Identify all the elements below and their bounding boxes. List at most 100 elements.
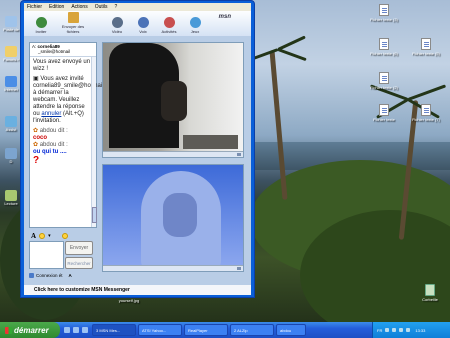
folder-icon	[5, 46, 17, 57]
recycle-bin-icon	[425, 284, 435, 296]
taskbar: démarrer 3 MSN Mes... ATS! Yahoo... Real…	[0, 322, 450, 338]
app-icon	[5, 148, 17, 159]
desktop-image-file[interactable]: yourself.jpg	[104, 298, 154, 303]
activities-icon	[163, 17, 175, 28]
scrollbar-thumb[interactable]	[92, 207, 97, 223]
quick-launch-icon[interactable]	[64, 327, 70, 333]
video-controls	[103, 151, 243, 157]
desktop-icon-favorites[interactable]: Favoris r	[0, 46, 22, 62]
tray-icon[interactable]	[392, 328, 397, 332]
recycle-bin[interactable]: Corbeille	[410, 284, 450, 302]
clock[interactable]: 13:33	[415, 328, 425, 333]
video-controls	[103, 265, 243, 271]
webcam-invite-message: ▣ Vous avez invité cornelia89_smile@hotm…	[33, 76, 116, 125]
desktop-file-icon[interactable]: Fichier texte (7)	[404, 104, 448, 122]
desktop-file-icon[interactable]: Fichier texte (2)	[362, 72, 406, 90]
webcam-frame-image	[103, 165, 243, 265]
video-button[interactable]: Vidéo	[106, 17, 128, 34]
question-emoticon-icon: ?	[33, 155, 40, 166]
menu-actions[interactable]: Actions	[71, 4, 87, 10]
menu-help[interactable]: ?	[115, 4, 118, 10]
desktop-file-icon[interactable]: Fichier texte (3)	[362, 4, 406, 22]
send-files-icon	[67, 12, 79, 23]
invite-button[interactable]: Inviter	[30, 17, 52, 34]
task-msn[interactable]: 3 MSN Mes...	[92, 324, 136, 336]
video-options-icon[interactable]	[237, 267, 241, 270]
quick-launch-icon[interactable]	[73, 327, 79, 333]
quick-launch	[60, 327, 92, 333]
task-alzip[interactable]: 2 ALZip	[230, 324, 274, 336]
customize-status-bar[interactable]: Click here to customize MSN Messenger	[24, 285, 251, 295]
conversation-history: Vous avez envoyé un wizz ! ▣ Vous avez i…	[30, 57, 116, 168]
app-icon	[5, 116, 17, 127]
wink-icon[interactable]	[61, 233, 68, 239]
font-size-icon[interactable]: A	[69, 273, 72, 278]
voice-icon	[137, 17, 149, 28]
tray-icon[interactable]	[385, 328, 390, 332]
tray-icon[interactable]	[406, 328, 411, 332]
conversation-panel: A: cornelia89 _smile@hotmail Vous avez e…	[29, 42, 116, 228]
face	[163, 193, 197, 237]
wizz-message: Vous avez envoyé un wizz !	[33, 59, 91, 72]
msn-logo: msn	[218, 14, 231, 20]
voice-button[interactable]: Voix	[132, 17, 154, 34]
contact-email: _smile@hotmail	[38, 49, 71, 54]
person-shoulder	[161, 81, 187, 121]
computer-icon	[5, 16, 17, 27]
menu-fichier[interactable]: Fichier	[27, 4, 42, 10]
menu-edition[interactable]: Edition	[49, 4, 64, 10]
message-input[interactable]	[29, 241, 64, 269]
games-icon	[189, 17, 201, 28]
desktop-icon-internet[interactable]: Internet	[0, 76, 22, 92]
connection-status: Connexion ét A	[29, 272, 97, 279]
dropdown-arrow-icon[interactable]: ▾	[48, 233, 51, 239]
tray-icon[interactable]	[399, 328, 404, 332]
desktop-file-icon[interactable]: Fichier texte (6)	[362, 38, 406, 56]
invite-icon	[35, 17, 47, 28]
contact-header: A: cornelia89 _smile@hotmail	[30, 43, 96, 57]
start-button[interactable]: démarrer	[0, 322, 60, 338]
desktop-icon-assistant[interactable]: Assist	[0, 116, 22, 132]
buddy-icon: ✿	[33, 128, 40, 134]
webcam-remote-video	[102, 42, 244, 158]
search-button[interactable]: Rechercher	[65, 257, 93, 269]
emoticon-icon[interactable]	[39, 233, 46, 239]
webcam-icon	[111, 17, 123, 28]
text-file-icon	[421, 104, 431, 116]
message-header: ✿ abdou dit :	[33, 142, 68, 148]
message-text: ou qui tu ....	[33, 149, 67, 155]
send-files-button[interactable]: Envoyer des fichiers	[56, 12, 90, 34]
task-realplayer[interactable]: RealPlayer	[184, 324, 228, 336]
desktop-icon-lecture[interactable]: Lecture	[0, 190, 22, 206]
send-button[interactable]: Envoyer	[65, 241, 93, 255]
language-indicator[interactable]: FR	[377, 328, 382, 333]
text-file-icon	[379, 4, 389, 16]
internet-explorer-icon	[5, 76, 17, 87]
toolbar: Inviter Envoyer des fichiers Vidéo Voix …	[24, 11, 251, 36]
cancel-invite-link[interactable]: annuler	[41, 111, 61, 117]
desktop-file-icon[interactable]: Fichier texte	[362, 104, 406, 122]
games-button[interactable]: Jeux	[184, 17, 206, 34]
menu-bar: Fichier Edition Actions Outils ?	[24, 3, 251, 11]
menu-outils[interactable]: Outils	[95, 4, 108, 10]
palm-tree	[269, 50, 288, 200]
task-yahoo[interactable]: ATS! Yahoo...	[138, 324, 182, 336]
message-header: ✿ abdou dit :	[33, 128, 68, 134]
palm-frond	[407, 84, 447, 101]
system-tray: FR 13:33	[372, 322, 450, 338]
quick-launch-icon[interactable]	[82, 327, 88, 333]
desktop-icon-d[interactable]: D	[0, 148, 22, 164]
font-button[interactable]: A	[31, 232, 36, 240]
video-options-icon[interactable]	[237, 153, 241, 156]
text-file-icon	[421, 38, 431, 50]
conversation-scrollbar[interactable]	[91, 57, 97, 227]
buddy-icon: ✿	[33, 142, 40, 148]
activities-button[interactable]: Activités	[158, 17, 180, 34]
window-body: A: cornelia89 _smile@hotmail Vous avez e…	[24, 36, 251, 285]
desktop-icon-my-computer[interactable]: Poste de	[0, 16, 22, 32]
message-text: coco	[33, 135, 48, 141]
desktop-file-icon[interactable]: Fichier texte (5)	[404, 38, 448, 56]
task-abdou[interactable]: abdou	[276, 324, 306, 336]
media-icon	[5, 190, 17, 201]
text-file-icon	[379, 72, 389, 84]
